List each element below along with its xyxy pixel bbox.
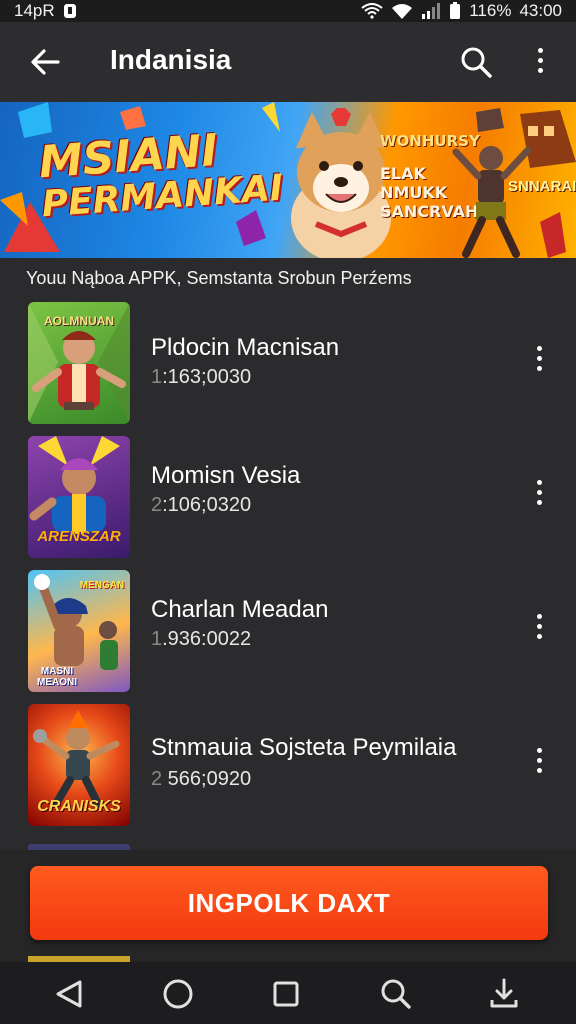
item-meta: 566;0920 bbox=[162, 768, 252, 790]
item-subtitle: 1.936:0022 bbox=[151, 628, 251, 651]
item-overflow-button[interactable] bbox=[524, 608, 554, 654]
promo-banner[interactable]: MSIANI PERMANKAI WONHURSY ELAK NMUKK SAN… bbox=[0, 102, 576, 258]
dot bbox=[536, 634, 542, 639]
item-subtitle: 2:106;0320 bbox=[151, 494, 251, 517]
overflow-menu-button[interactable] bbox=[522, 42, 558, 88]
nav-home-button[interactable] bbox=[158, 974, 198, 1014]
notification-icon bbox=[63, 4, 76, 18]
arrow-left-icon bbox=[31, 49, 60, 75]
screen: 14pR 116% 43:00 Indanisia MSIANI PERMANK… bbox=[0, 0, 576, 1024]
thumbnail-label: AOLMNUAN bbox=[44, 314, 114, 328]
item-title: Charlan Meadan bbox=[151, 596, 329, 623]
item-overflow-button[interactable] bbox=[524, 742, 554, 788]
nav-recents-button[interactable] bbox=[266, 974, 306, 1014]
dot bbox=[536, 500, 542, 505]
status-time: 43:00 bbox=[519, 1, 562, 20]
app-thumbnail: CRANISKS bbox=[28, 704, 130, 826]
item-overflow-button[interactable] bbox=[524, 340, 554, 386]
signal-icon bbox=[422, 3, 441, 19]
dot bbox=[536, 758, 542, 763]
item-meta: :163;0030 bbox=[162, 366, 252, 388]
recents-square-icon bbox=[273, 981, 299, 1007]
dot bbox=[536, 346, 542, 351]
dot bbox=[536, 366, 542, 371]
nav-download-button[interactable] bbox=[484, 974, 524, 1014]
item-overflow-button[interactable] bbox=[524, 474, 554, 520]
item-title: Stnmauia Sojsteta Peymilaia bbox=[151, 734, 457, 761]
item-index: 2 bbox=[151, 494, 163, 516]
status-left: 14pR bbox=[14, 1, 77, 21]
wifi-strength-icon bbox=[392, 4, 413, 19]
dot bbox=[537, 58, 543, 63]
app-thumbnail: MENGAN MASNI MEAONI bbox=[28, 570, 130, 692]
list-item[interactable]: MENGAN MASNI MEAONI Charlan Meadan 1.936… bbox=[0, 570, 576, 694]
page-title: Indanisia bbox=[110, 44, 232, 75]
status-bar: 14pR 116% 43:00 bbox=[0, 0, 576, 22]
item-subtitle: 2 566;0920 bbox=[151, 768, 251, 791]
item-title: Pldocin Macnisan bbox=[151, 334, 340, 361]
back-triangle-icon bbox=[56, 980, 82, 1008]
item-index: 1 bbox=[151, 628, 163, 650]
thumbnail-label: CRANISKS bbox=[37, 798, 121, 815]
primary-action-button[interactable]: INGPOLK DAXT bbox=[30, 866, 548, 940]
banner-headline: MSIANI PERMANKAI bbox=[37, 124, 284, 225]
nav-search-button[interactable] bbox=[376, 974, 416, 1014]
list-item[interactable]: CRANISKS Stnmauia Sojsteta Peymilaia 2 5… bbox=[0, 704, 576, 828]
search-icon bbox=[461, 47, 492, 78]
list-item[interactable]: ARENSZAR Momisn Vesia 2:106;0320 bbox=[0, 436, 576, 560]
item-meta: .936:0022 bbox=[162, 628, 252, 650]
banner-side-title-2: SNNARAI bbox=[508, 178, 576, 195]
dot bbox=[536, 748, 542, 753]
section-subtitle: Youu Nąboa APPK, Semstanta Srobun Perźem… bbox=[26, 268, 412, 288]
battery-percent: 116% bbox=[469, 1, 512, 20]
item-subtitle: 1:163;0030 bbox=[151, 366, 251, 389]
back-button[interactable] bbox=[26, 42, 66, 82]
wifi-icon bbox=[361, 3, 383, 19]
dot bbox=[536, 356, 542, 361]
system-nav-bar bbox=[0, 962, 576, 1024]
dancer-character-image bbox=[452, 146, 532, 258]
list-item[interactable]: AOLMNUAN Pldocin Macnisan 1:163;0030 bbox=[0, 302, 576, 426]
item-meta: :106;0320 bbox=[162, 494, 252, 516]
app-thumbnail: AOLMNUAN bbox=[28, 302, 130, 424]
thumbnail-label: ARENSZAR bbox=[37, 528, 121, 545]
search-button[interactable] bbox=[456, 42, 496, 82]
dot bbox=[536, 490, 542, 495]
app-thumbnail: ARENSZAR bbox=[28, 436, 130, 558]
dot bbox=[536, 768, 542, 773]
search-icon bbox=[381, 979, 411, 1009]
download-icon bbox=[490, 978, 518, 1008]
status-carrier: 14pR bbox=[14, 1, 55, 20]
item-index: 2 bbox=[151, 768, 163, 790]
status-right: 116% 43:00 bbox=[361, 1, 562, 21]
dot bbox=[536, 614, 542, 619]
dot bbox=[537, 48, 543, 53]
dot bbox=[536, 480, 542, 485]
home-circle-icon bbox=[163, 979, 193, 1009]
dot bbox=[536, 624, 542, 629]
dot bbox=[537, 68, 543, 73]
item-title: Momisn Vesia bbox=[151, 462, 301, 489]
thumbnail-label: MENGAN bbox=[79, 580, 125, 591]
battery-icon bbox=[450, 2, 461, 19]
app-bar: Indanisia bbox=[0, 22, 576, 102]
thumbnail-label: MASNI MEAONI bbox=[37, 666, 77, 688]
nav-back-button[interactable] bbox=[50, 974, 90, 1014]
item-index: 1 bbox=[151, 366, 163, 388]
